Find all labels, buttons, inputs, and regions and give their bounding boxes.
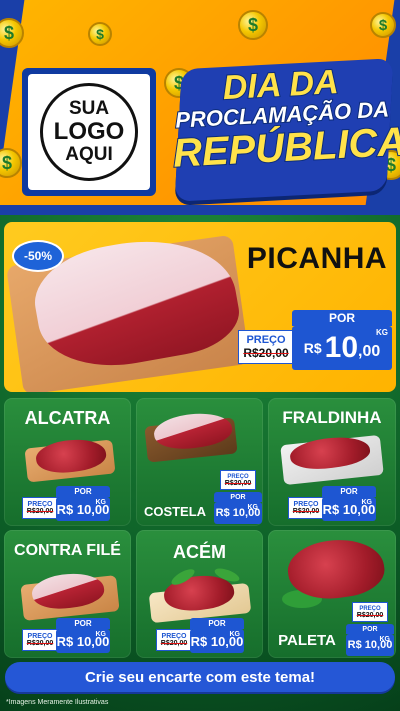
unit-label: KG — [229, 631, 241, 638]
price-block-fraldinha: POR PREÇO R$20,00 R$ 10,00 KG — [288, 486, 376, 522]
current-price: R$ 10,00 KG — [190, 629, 244, 653]
price-block-alcatra: POR PREÇO R$20,00 R$ 10,00 KG — [22, 486, 110, 522]
flyer-page: $ $ $ $ $ $ $ SUA LOGO AQUI DIA DA PROCL… — [0, 0, 400, 711]
price-label: PREÇO — [161, 633, 187, 640]
old-price: R$20,00 — [356, 611, 384, 619]
price-label: PREÇO — [246, 334, 286, 346]
price-label: PREÇO — [27, 501, 53, 508]
discount-badge: -50% — [14, 242, 62, 270]
price-integer: 10 — [324, 331, 359, 364]
create-flyer-button[interactable]: Crie seu encarte com este tema! — [5, 662, 395, 692]
current-price: R$ 10,00 KG — [214, 502, 262, 524]
currency: R$ — [303, 340, 322, 356]
headline: DIA DA PROCLAMAÇÃO DA REPÚBLICA — [168, 54, 400, 205]
featured-price-block: POR PREÇO R$20,00 R$ 10 ,00 KG — [238, 310, 392, 372]
product-name: FRALDINHA — [282, 408, 382, 427]
product-name: CONTRA FILÉ — [14, 542, 121, 559]
current-price: R$ 10 ,00 KG — [292, 326, 392, 370]
price-block-paleta: PREÇO R$20,00 POR R$ 10,00 KG — [346, 602, 394, 656]
por-label: POR — [56, 486, 110, 497]
coin-icon: $ — [370, 12, 396, 38]
old-price-box: PREÇO R$20,00 — [238, 330, 294, 364]
por-label: POR — [292, 310, 392, 326]
logo-text-line: LOGO — [53, 118, 125, 146]
header-banner: $ $ $ $ $ $ $ SUA LOGO AQUI DIA DA PROCL… — [0, 0, 400, 215]
old-price: R$20,00 — [224, 479, 252, 487]
old-price-box: PREÇO R$20,00 — [22, 629, 58, 651]
old-price: R$20,00 — [292, 508, 320, 515]
old-price-box: PREÇO R$20,00 — [22, 497, 58, 519]
price-label: PREÇO — [293, 501, 319, 508]
unit-label: KG — [379, 636, 391, 643]
old-price-box: PREÇO R$20,00 — [352, 602, 388, 622]
featured-product-name: PICANHA — [246, 242, 388, 275]
por-label: POR — [190, 618, 244, 629]
logo-text-line: AQUI — [65, 143, 113, 165]
disclaimer-text: *Imagens Meramente Ilustrativas — [6, 699, 109, 706]
old-price-box: PREÇO R$20,00 — [220, 470, 256, 490]
logo-circle: SUA LOGO AQUI — [40, 83, 138, 181]
current-price: R$ 10,00 KG — [56, 629, 110, 653]
unit-label: KG — [95, 499, 107, 506]
old-price: R$20,00 — [243, 346, 289, 360]
product-name: ACÉM — [173, 542, 226, 562]
current-price: R$ 10,00 KG — [346, 634, 394, 656]
por-label: POR — [56, 618, 110, 629]
old-price: R$20,00 — [26, 508, 54, 515]
unit-label: KG — [376, 328, 388, 337]
price-label: PREÇO — [27, 633, 53, 640]
price-block-costela: PREÇO R$20,00 POR R$ 10,00 KG — [214, 470, 262, 524]
old-price: R$20,00 — [160, 640, 188, 647]
old-price: R$20,00 — [26, 640, 54, 647]
product-name: PALETA — [278, 632, 336, 649]
por-label: POR — [346, 624, 394, 634]
price-block-contra-file: POR PREÇO R$20,00 R$ 10,00 KG — [22, 618, 110, 654]
coin-icon: $ — [238, 10, 268, 40]
unit-label: KG — [95, 631, 107, 638]
product-name: ALCATRA — [24, 408, 111, 428]
logo-text-line: SUA — [68, 98, 110, 120]
price-cents: ,00 — [358, 343, 381, 360]
unit-label: KG — [247, 504, 259, 511]
logo-placeholder[interactable]: SUA LOGO AQUI — [22, 68, 156, 196]
current-price: R$ 10,00 KG — [322, 497, 376, 521]
product-name: COSTELA — [143, 504, 207, 519]
coin-icon: $ — [88, 22, 112, 46]
unit-label: KG — [361, 499, 373, 506]
old-price-box: PREÇO R$20,00 — [288, 497, 324, 519]
por-label: POR — [214, 492, 262, 502]
price-block-acem: POR PREÇO R$20,00 R$ 10,00 KG — [156, 618, 244, 654]
por-label: POR — [322, 486, 376, 497]
old-price-box: PREÇO R$20,00 — [156, 629, 192, 651]
current-price: R$ 10,00 KG — [56, 497, 110, 521]
